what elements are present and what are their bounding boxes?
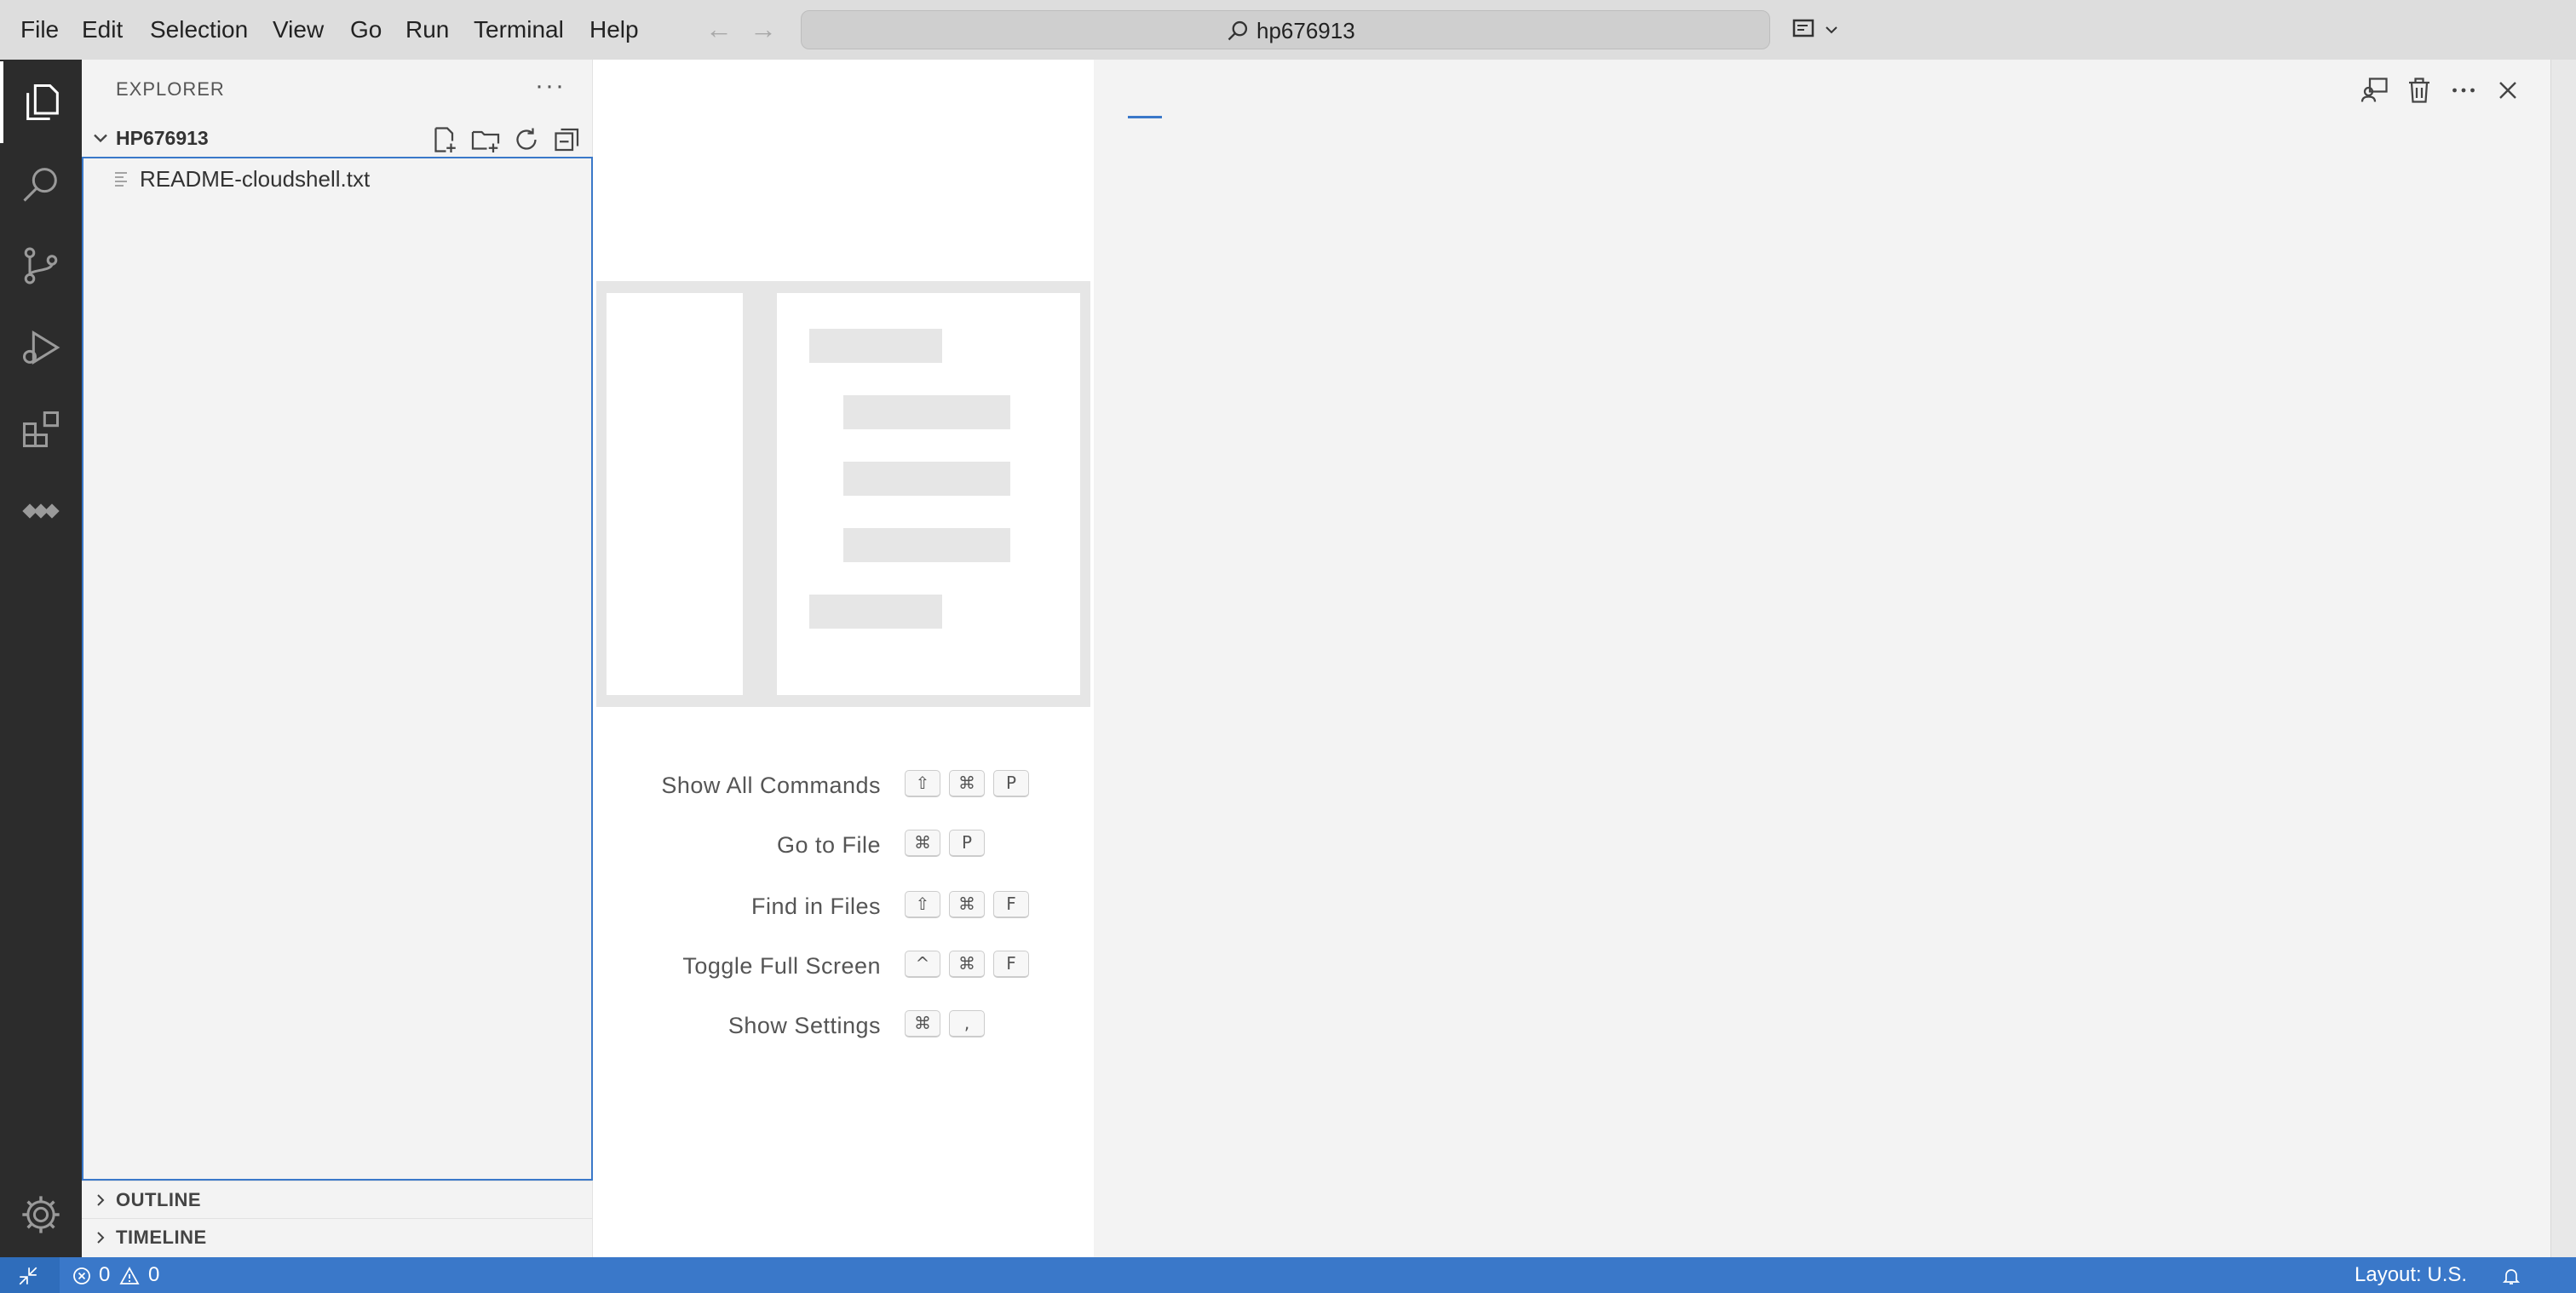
menu-terminal[interactable]: Terminal: [474, 15, 564, 44]
keybinding: ⌘ ,: [905, 1010, 985, 1037]
keybinding: ^ ⌘ F: [905, 951, 1029, 978]
key: F: [993, 891, 1029, 918]
remote-indicator[interactable]: [0, 1257, 60, 1293]
shortcut-label: Show Settings: [727, 1013, 881, 1038]
shortcut-label: Toggle Full Screen: [682, 953, 881, 979]
menu-edit[interactable]: Edit: [82, 15, 123, 44]
scrollbar[interactable]: [2550, 60, 2576, 1257]
keybinding: ⇧ ⌘ P: [905, 770, 1029, 797]
folder-header[interactable]: HP676913: [82, 119, 593, 157]
file-tree[interactable]: README-cloudshell.txt: [82, 157, 593, 1181]
key: P: [949, 830, 985, 857]
extensions-icon[interactable]: [0, 388, 82, 470]
refresh-icon[interactable]: [511, 124, 542, 155]
shortcut-go-to-file[interactable]: Go to File ⌘ P: [593, 828, 1094, 862]
run-debug-icon[interactable]: [0, 307, 82, 388]
chevron-right-icon: [97, 1232, 105, 1244]
new-folder-icon[interactable]: [470, 124, 501, 155]
key: ⇧: [905, 891, 940, 918]
source-control-icon[interactable]: [0, 225, 82, 307]
shortcut-show-settings[interactable]: Show Settings ⌘ ,: [593, 1009, 1094, 1043]
command-center-label: hp676913: [1256, 18, 1355, 43]
timeline-panel-header[interactable]: TIMELINE: [82, 1218, 593, 1256]
sidebar-title: EXPLORER: [116, 78, 225, 100]
shortcut-toggle-full-screen[interactable]: Toggle Full Screen ^ ⌘ F: [593, 949, 1094, 983]
bell-icon[interactable]: [2501, 1266, 2521, 1286]
key: ^: [905, 951, 940, 978]
chevron-down-icon: [94, 134, 107, 143]
error-icon[interactable]: [72, 1266, 92, 1286]
settings-gear-icon[interactable]: [0, 1174, 82, 1256]
close-icon[interactable]: [2493, 75, 2523, 106]
forward-arrow-icon[interactable]: →: [748, 14, 779, 44]
key: ,: [949, 1010, 985, 1037]
shortcut-label: Find in Files: [750, 894, 881, 919]
new-file-icon[interactable]: [429, 124, 460, 155]
menu-selection[interactable]: Selection: [150, 15, 248, 44]
key: ⇧: [905, 770, 940, 797]
warning-count[interactable]: 0: [148, 1262, 159, 1288]
welcome-pane: Show All Commands ⇧ ⌘ P Go to File ⌘ P F…: [593, 60, 1094, 1257]
remote-connection-icon: [19, 1267, 37, 1285]
chat-feedback-icon[interactable]: [2360, 75, 2390, 106]
outline-title: OUTLINE: [116, 1189, 202, 1210]
chat-dropdown-icon[interactable]: [1792, 15, 1843, 44]
shortcut-label: Show All Commands: [661, 773, 881, 798]
back-arrow-icon[interactable]: ←: [704, 14, 734, 44]
outline-panel-header[interactable]: OUTLINE: [82, 1181, 593, 1218]
shortcut-find-in-files[interactable]: Find in Files ⇧ ⌘ F: [593, 889, 1094, 923]
key: F: [993, 951, 1029, 978]
editor-area: Show All Commands ⇧ ⌘ P Go to File ⌘ P F…: [593, 60, 2550, 1257]
key: ⌘: [949, 770, 985, 797]
menu-file[interactable]: File: [20, 15, 59, 44]
more-actions-icon[interactable]: [2448, 75, 2479, 106]
explorer-icon[interactable]: [0, 61, 82, 143]
trash-icon[interactable]: [2404, 75, 2435, 106]
menu-help[interactable]: Help: [589, 15, 639, 44]
remote-icon[interactable]: [0, 470, 82, 552]
key: ⌘: [905, 1010, 940, 1037]
keybinding: ⇧ ⌘ F: [905, 891, 1029, 918]
warning-icon[interactable]: [119, 1266, 140, 1286]
activity-bar: [0, 60, 82, 1257]
text-file-icon: [115, 172, 127, 187]
collapse-all-icon[interactable]: [552, 124, 583, 155]
shortcut-label: Go to File: [776, 832, 881, 858]
status-bar: 0 0 Layout: U.S.: [0, 1257, 2576, 1293]
keybinding: ⌘ P: [905, 830, 985, 857]
folder-name: HP676913: [116, 127, 209, 149]
menu-run[interactable]: Run: [405, 15, 449, 44]
key: ⌘: [949, 891, 985, 918]
file-name: README-cloudshell.txt: [140, 166, 371, 192]
search-icon: [1228, 20, 1248, 41]
menu-go[interactable]: Go: [350, 15, 382, 44]
key: ⌘: [949, 951, 985, 978]
explorer-sidebar: EXPLORER ··· HP676913 README-cloudshell.…: [82, 60, 593, 1257]
empty-editor-illustration: [596, 281, 1090, 707]
timeline-title: TIMELINE: [116, 1227, 207, 1248]
title-bar: File Edit Selection View Go Run Terminal…: [0, 0, 2576, 60]
error-count[interactable]: 0: [99, 1262, 110, 1288]
key: P: [993, 770, 1029, 797]
key: ⌘: [905, 830, 940, 857]
search-icon[interactable]: [0, 143, 82, 225]
keyboard-layout[interactable]: Layout: U.S.: [2355, 1262, 2467, 1288]
more-actions-icon[interactable]: ···: [535, 72, 566, 101]
chevron-right-icon: [97, 1194, 105, 1206]
progress-indicator: [1128, 116, 1162, 118]
command-center[interactable]: hp676913: [801, 10, 1770, 49]
menu-view[interactable]: View: [273, 15, 324, 44]
file-item[interactable]: README-cloudshell.txt: [83, 160, 591, 198]
shortcut-show-all-commands[interactable]: Show All Commands ⇧ ⌘ P: [593, 768, 1094, 802]
